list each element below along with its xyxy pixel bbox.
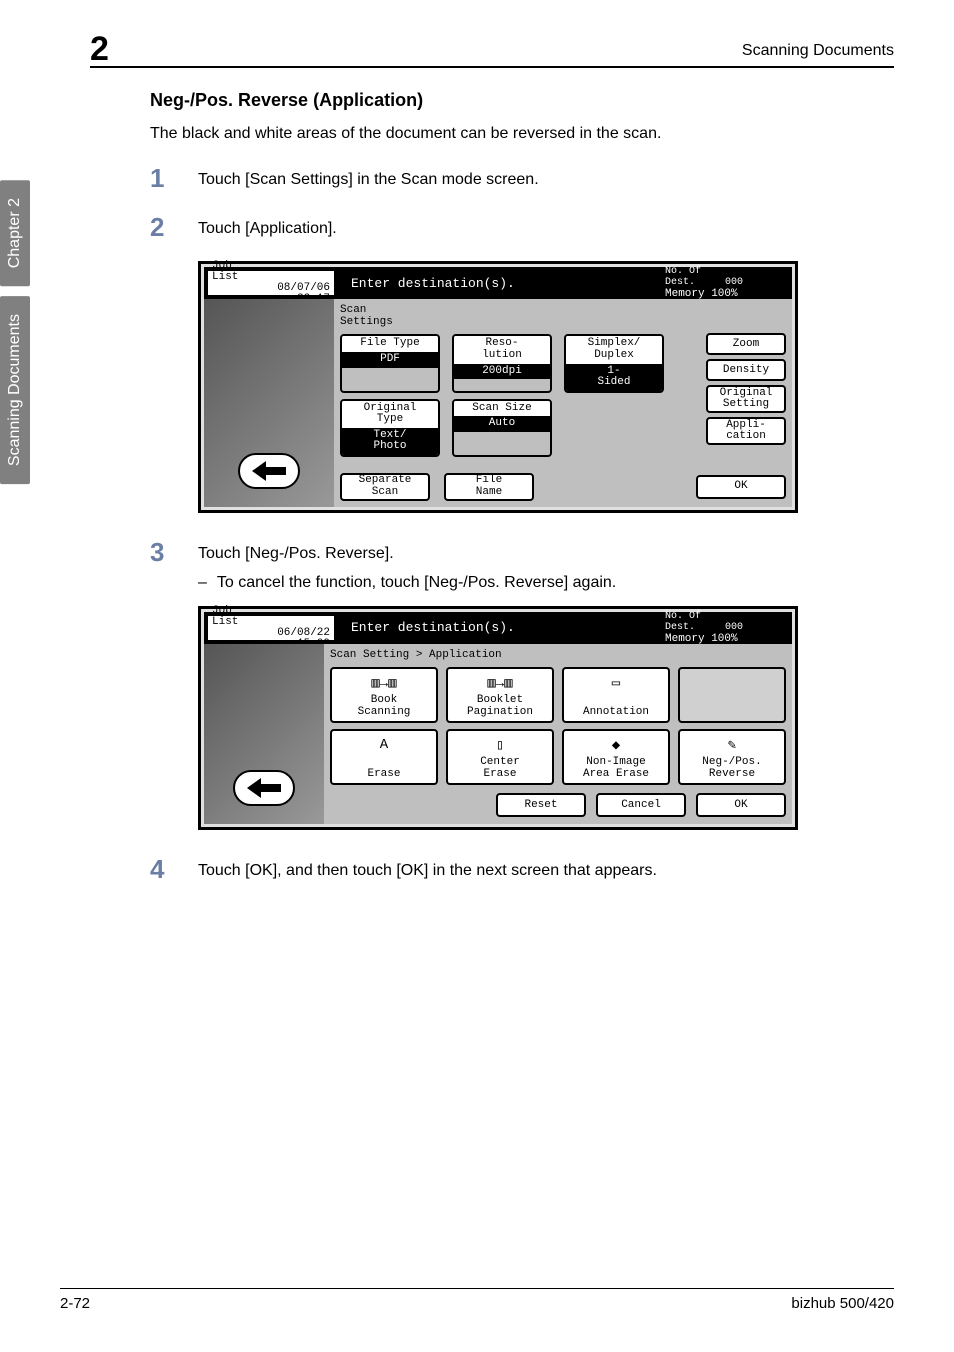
no-of-dest-label: No. Of Dest. 000 (665, 611, 743, 633)
file-type-button[interactable]: File Type PDF (340, 334, 440, 392)
header-rule (90, 66, 894, 68)
file-type-label: File Type (342, 336, 438, 352)
ok-button[interactable]: OK (696, 475, 786, 499)
section-heading: Neg-/Pos. Reverse (Application) (150, 90, 894, 111)
lcd-panel-application: Job List 06/08/2215:09 Enter destination… (198, 606, 798, 830)
book-scanning-label: Book Scanning (358, 695, 411, 718)
duplex-button[interactable]: Simplex/ Duplex 1- Sided (564, 334, 664, 392)
job-list-button[interactable]: Job List 06/08/2215:09 (206, 614, 336, 642)
original-type-value: Text/ Photo (342, 428, 438, 455)
center-erase-button[interactable]: ▯ Center Erase (446, 729, 554, 785)
page-number: 2-72 (60, 1295, 90, 1312)
status-message: Enter destination(s). (337, 613, 661, 643)
breadcrumb: Scan Setting > Application (330, 650, 786, 662)
non-image-area-erase-button[interactable]: ◆ Non-Image Area Erase (562, 729, 670, 785)
scan-size-button[interactable]: Scan Size Auto (452, 399, 552, 457)
erase-label: Erase (367, 769, 400, 781)
arrow-left-icon (247, 778, 281, 798)
side-tab-section: Scanning Documents (0, 296, 30, 484)
original-setting-button[interactable]: Original Setting (706, 385, 786, 413)
center-erase-label: Center Erase (480, 757, 520, 780)
product-name: bizhub 500/420 (791, 1295, 894, 1312)
job-list-button[interactable]: Job List 08/07/0622:17 (206, 269, 336, 297)
step-number: 1 (150, 163, 198, 194)
neg-pos-reverse-label: Neg-/Pos. Reverse (702, 757, 761, 780)
center-erase-icon: ▯ (496, 737, 504, 754)
application-button[interactable]: Appli- cation (706, 417, 786, 445)
status-message: Enter destination(s). (337, 268, 661, 298)
step-number: 4 (150, 854, 198, 885)
step-text: Touch [Scan Settings] in the Scan mode s… (198, 163, 539, 191)
neg-pos-reverse-button[interactable]: ✎ Neg-/Pos. Reverse (678, 729, 786, 785)
intro-paragraph: The black and white areas of the documen… (150, 123, 894, 145)
annotation-icon: ▭ (612, 675, 620, 692)
non-image-area-erase-label: Non-Image Area Erase (583, 757, 649, 780)
step-number: 3 (150, 537, 198, 568)
resolution-button[interactable]: Reso- lution 200dpi (452, 334, 552, 392)
step-text: Touch [OK], and then touch [OK] in the n… (198, 854, 657, 882)
side-tab-chapter: Chapter 2 (0, 180, 30, 286)
job-list-label: Job List (212, 261, 334, 283)
running-header: Scanning Documents (742, 42, 894, 60)
separate-scan-button[interactable]: Separate Scan (340, 473, 430, 501)
booklet-pagination-icon: ▥→▥ (487, 675, 512, 692)
book-scanning-button[interactable]: ▥→▥ Book Scanning (330, 667, 438, 723)
neg-pos-reverse-icon: ✎ (728, 737, 736, 754)
step-text: Touch [Application]. (198, 212, 337, 240)
annotation-button[interactable]: ▭ Annotation (562, 667, 670, 723)
scan-size-value: Auto (454, 416, 550, 432)
density-button[interactable]: Density (706, 359, 786, 381)
original-type-label: Original Type (342, 401, 438, 428)
original-type-button[interactable]: Original Type Text/ Photo (340, 399, 440, 457)
scan-size-label: Scan Size (454, 401, 550, 417)
booklet-pagination-label: Booklet Pagination (467, 695, 533, 718)
side-tabs: Chapter 2 Scanning Documents (0, 180, 44, 494)
cancel-button[interactable]: Cancel (596, 793, 686, 817)
zoom-button[interactable]: Zoom (706, 333, 786, 355)
app-blank (678, 667, 786, 723)
file-name-button[interactable]: File Name (444, 473, 534, 501)
duplex-value: 1- Sided (566, 364, 662, 391)
step-number: 2 (150, 212, 198, 243)
page-footer: 2-72 bizhub 500/420 (60, 1288, 894, 1312)
job-list-label: Job List (212, 606, 334, 628)
back-arrow-button[interactable] (238, 453, 300, 489)
resolution-value: 200dpi (454, 364, 550, 380)
ok-button[interactable]: OK (696, 793, 786, 817)
chapter-number: 2 (90, 30, 109, 69)
substep-text: To cancel the function, touch [Neg-/Pos.… (217, 574, 616, 592)
back-arrow-button[interactable] (233, 770, 295, 806)
scan-settings-label: Scan Settings (340, 305, 786, 328)
non-image-area-erase-icon: ◆ (612, 737, 620, 754)
arrow-left-icon (252, 461, 286, 481)
resolution-label: Reso- lution (454, 336, 550, 363)
file-type-value: PDF (342, 352, 438, 368)
erase-icon: A (380, 737, 388, 753)
no-of-dest-label: No. Of Dest. 000 (665, 266, 743, 288)
book-scanning-icon: ▥→▥ (371, 675, 396, 692)
step-text: Touch [Neg-/Pos. Reverse]. (198, 537, 394, 565)
lcd-panel-scan-settings: Job List 08/07/0622:17 Enter destination… (198, 261, 798, 512)
duplex-label: Simplex/ Duplex (566, 336, 662, 363)
booklet-pagination-button[interactable]: ▥→▥ Booklet Pagination (446, 667, 554, 723)
erase-button[interactable]: A Erase (330, 729, 438, 785)
reset-button[interactable]: Reset (496, 793, 586, 817)
substep: –To cancel the function, touch [Neg-/Pos… (198, 574, 894, 592)
annotation-label: Annotation (583, 707, 649, 719)
